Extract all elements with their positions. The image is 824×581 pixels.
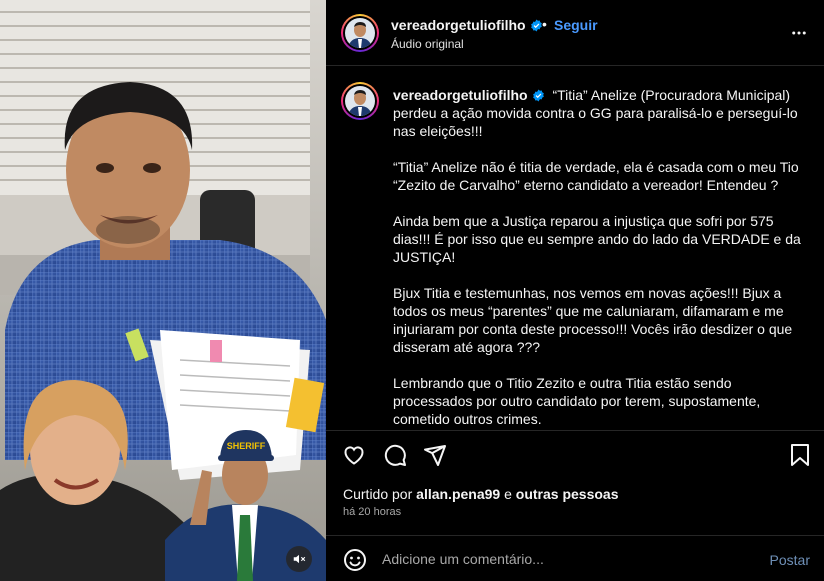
audio-label[interactable]: Áudio original — [391, 37, 464, 51]
avatar[interactable] — [341, 14, 379, 52]
liked-by-others[interactable]: outras pessoas — [516, 486, 619, 502]
caption-first-paragraph: vereadorgetuliofilho “Titia” Anelize (Pr… — [393, 86, 803, 140]
comment-input[interactable] — [382, 546, 752, 572]
action-bar — [326, 430, 824, 480]
separator-dot: • — [542, 16, 547, 32]
likes-connector: e — [504, 486, 512, 502]
heart-icon[interactable] — [342, 443, 366, 467]
mute-button[interactable] — [286, 546, 312, 572]
emoji-icon[interactable] — [343, 548, 367, 572]
caption-username[interactable]: vereadorgetuliofilho — [393, 87, 528, 103]
caption-paragraph: “Titia” Anelize não é titia de verdade, … — [393, 159, 799, 193]
comment-icon[interactable] — [383, 443, 407, 467]
avatar-image — [345, 18, 375, 48]
post-timestamp[interactable]: há 20 horas — [343, 506, 401, 518]
follow-button[interactable]: Seguir — [554, 17, 598, 33]
send-icon[interactable] — [423, 443, 447, 467]
more-horizontal-icon[interactable] — [790, 24, 808, 42]
likes-prefix: Curtido por — [343, 486, 413, 502]
avatar-image — [345, 86, 375, 116]
caption-paragraph: Ainda bem que a Justiça reparou a injust… — [393, 213, 801, 265]
caption-text: vereadorgetuliofilho “Titia” Anelize (Pr… — [393, 86, 803, 430]
speaker-muted-icon — [293, 554, 306, 564]
likes-line: Curtido por allan.pena99 e outras pessoa… — [343, 486, 619, 502]
caption-paragraph: Lembrando que o Titio Zezito e outra Tit… — [393, 375, 761, 427]
sheriff-badge-text: SHERIFF — [227, 441, 266, 451]
video-frame: SHERIFF — [0, 0, 326, 581]
comment-bar: Postar — [326, 535, 824, 581]
caption-paragraph: Bjux Titia e testemunhas, nos vemos em n… — [393, 285, 793, 355]
caption-section: vereadorgetuliofilho “Titia” Anelize (Pr… — [326, 66, 824, 430]
verified-badge-icon — [530, 19, 542, 32]
post-sidebar: vereadorgetuliofilho • Seguir Áudio orig… — [326, 0, 824, 581]
post-header: vereadorgetuliofilho • Seguir Áudio orig… — [326, 0, 824, 66]
header-username[interactable]: vereadorgetuliofilho — [391, 17, 543, 33]
verified-badge-icon — [532, 89, 544, 102]
post-comment-button[interactable]: Postar — [770, 552, 810, 568]
caption-avatar[interactable] — [341, 82, 379, 120]
post-media[interactable]: SHERIFF — [0, 0, 326, 581]
liked-by-user[interactable]: allan.pena99 — [416, 486, 500, 502]
bookmark-icon[interactable] — [789, 443, 811, 467]
